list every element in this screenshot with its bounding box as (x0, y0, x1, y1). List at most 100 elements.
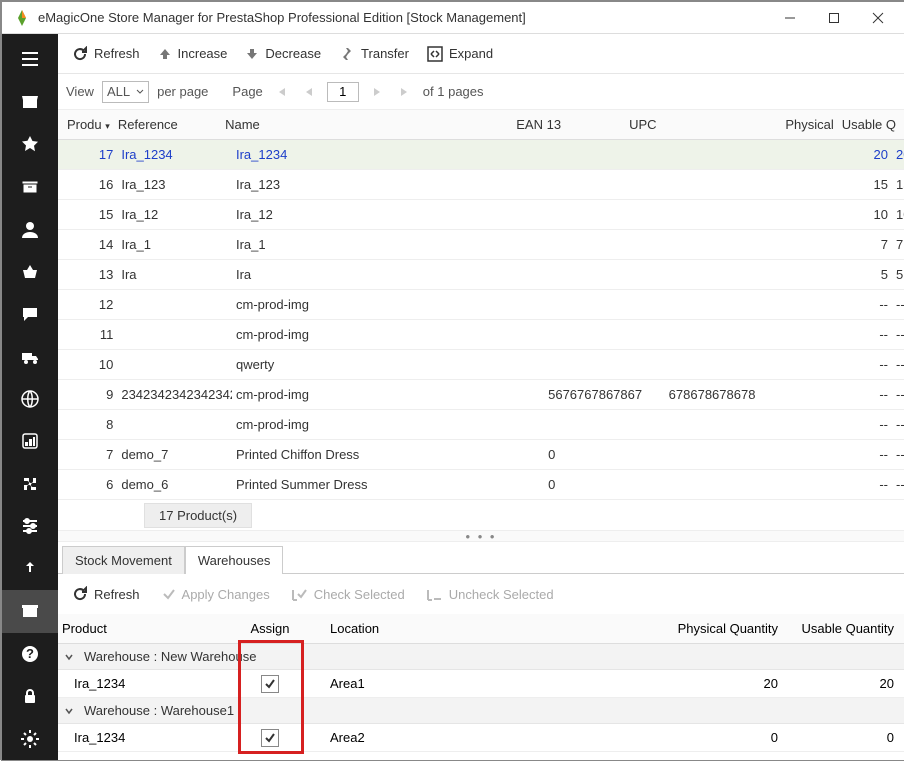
check-icon (162, 587, 176, 601)
prev-page-button[interactable] (299, 82, 319, 102)
sidebar-help-icon[interactable]: ? (2, 633, 58, 675)
refresh-button[interactable]: Refresh (66, 42, 146, 66)
next-page-button[interactable] (367, 82, 387, 102)
cell-name: Ira_1234 (232, 147, 544, 162)
sidebar-sliders-icon[interactable] (2, 505, 58, 547)
uncheck-selected-button[interactable]: Uncheck Selected (421, 583, 560, 606)
table-row[interactable]: 6demo_6Printed Summer Dress0---- (58, 470, 904, 500)
wh-refresh-button[interactable]: Refresh (66, 582, 146, 606)
sidebar-puzzle-icon[interactable] (2, 463, 58, 505)
cell-id: 15 (58, 207, 117, 222)
sidebar-lock-icon[interactable] (2, 675, 58, 717)
expand-label: Expand (449, 46, 493, 61)
col-reference[interactable]: Reference (114, 117, 221, 132)
warehouse-row[interactable]: Ira_1234Area12020 (58, 670, 904, 698)
cell-ean: 0 (544, 477, 665, 492)
assign-checkbox[interactable] (261, 729, 279, 747)
decrease-button[interactable]: Decrease (239, 42, 327, 65)
warehouse-toolbar: Refresh Apply Changes Check Selected Unc… (58, 574, 904, 614)
top-toolbar: Refresh Increase Decrease Transfer Expan… (58, 34, 904, 74)
wh-col-product[interactable]: Product (58, 621, 214, 636)
sidebar: ? (2, 34, 58, 760)
table-row[interactable]: 17Ira_1234Ira_12342020 (58, 140, 904, 170)
apply-changes-button[interactable]: Apply Changes (156, 583, 276, 606)
sidebar-archive-icon[interactable] (2, 165, 58, 207)
table-row[interactable]: 14Ira_1Ira_177 (58, 230, 904, 260)
check-selected-button[interactable]: Check Selected (286, 583, 411, 606)
sort-desc-icon: ▾ (105, 121, 110, 131)
transfer-button[interactable]: Transfer (333, 42, 415, 65)
sidebar-upload-icon[interactable] (2, 548, 58, 590)
col-usable[interactable]: Usable Q (838, 117, 904, 132)
table-row[interactable]: 15Ira_12Ira_121010 (58, 200, 904, 230)
sidebar-store-icon[interactable] (2, 80, 58, 122)
warehouse-row[interactable]: Ira_1234Area200 (58, 724, 904, 752)
cell-physical: 10 (831, 207, 892, 222)
assign-checkbox[interactable] (261, 675, 279, 693)
sidebar-stock-icon[interactable] (2, 590, 58, 632)
cell-name: cm-prod-img (232, 327, 544, 342)
warehouse-group-label: Warehouse : Warehouse1 (84, 703, 234, 718)
cell-physical: -- (831, 327, 892, 342)
table-row[interactable]: 7demo_7Printed Chiffon Dress0---- (58, 440, 904, 470)
check-all-icon (292, 587, 308, 601)
refresh-icon (72, 46, 88, 62)
col-physical[interactable]: Physical (780, 117, 838, 132)
maximize-button[interactable] (812, 3, 856, 33)
sidebar-user-icon[interactable] (2, 208, 58, 250)
col-product-id[interactable]: Produ ▾ (58, 117, 114, 132)
wh-cell-assign (214, 675, 326, 693)
sidebar-chart-icon[interactable] (2, 420, 58, 462)
sidebar-menu-icon[interactable] (2, 38, 58, 80)
table-row[interactable]: 8cm-prod-img---- (58, 410, 904, 440)
page-input[interactable] (327, 82, 359, 102)
cell-usable: -- (892, 417, 904, 432)
sidebar-truck-icon[interactable] (2, 335, 58, 377)
cell-reference: Ira_1 (117, 237, 232, 252)
view-select[interactable]: ALL (102, 81, 149, 103)
refresh-label: Refresh (94, 46, 140, 61)
view-label: View (66, 84, 94, 99)
table-row[interactable]: 12cm-prod-img---- (58, 290, 904, 320)
wh-cell-location: Area1 (326, 676, 622, 691)
table-row[interactable]: 11cm-prod-img---- (58, 320, 904, 350)
table-row[interactable]: 16Ira_123Ira_1231515 (58, 170, 904, 200)
chevron-down-icon (136, 88, 144, 96)
transfer-label: Transfer (361, 46, 409, 61)
tab-stock-movement[interactable]: Stock Movement (62, 546, 185, 574)
sidebar-chat-icon[interactable] (2, 293, 58, 335)
wh-col-location[interactable]: Location (326, 621, 622, 636)
table-row[interactable]: 10qwerty---- (58, 350, 904, 380)
increase-button[interactable]: Increase (152, 42, 234, 65)
col-upc[interactable]: UPC (625, 117, 780, 132)
wh-col-usable[interactable]: Usable Quantity (782, 621, 904, 636)
cell-physical: 15 (831, 177, 892, 192)
minimize-button[interactable] (768, 3, 812, 33)
table-row[interactable]: 13IraIra55 (58, 260, 904, 290)
warehouse-group-row[interactable]: Warehouse : Warehouse1 (58, 698, 904, 724)
arrow-up-icon (158, 47, 172, 61)
cell-ean: 5676767867867 (544, 387, 665, 402)
sidebar-settings-icon[interactable] (2, 718, 58, 760)
cell-reference: Ira (117, 267, 232, 282)
cell-id: 7 (58, 447, 117, 462)
tab-warehouses[interactable]: Warehouses (185, 546, 284, 574)
col-ean[interactable]: EAN 13 (512, 117, 625, 132)
sidebar-star-icon[interactable] (2, 123, 58, 165)
table-row[interactable]: 9234234234234234234cm-prod-img5676767867… (58, 380, 904, 410)
col-name[interactable]: Name (221, 117, 512, 132)
sidebar-globe-icon[interactable] (2, 378, 58, 420)
sidebar-basket-icon[interactable] (2, 250, 58, 292)
products-count: 17 Product(s) (144, 503, 252, 528)
wh-col-assign[interactable]: Assign (214, 621, 326, 636)
warehouse-group-row[interactable]: Warehouse : New Warehouse (58, 644, 904, 670)
expand-button[interactable]: Expand (421, 42, 499, 66)
first-page-button[interactable] (271, 82, 291, 102)
wh-col-physical[interactable]: Physical Quantity (622, 621, 782, 636)
splitter-handle[interactable]: • • • (58, 530, 904, 542)
last-page-button[interactable] (395, 82, 415, 102)
close-button[interactable] (856, 3, 900, 33)
cell-id: 14 (58, 237, 117, 252)
warehouse-grid-body[interactable]: Warehouse : New WarehouseIra_1234Area120… (58, 644, 904, 752)
products-grid-body[interactable]: 17Ira_1234Ira_1234202016Ira_123Ira_12315… (58, 140, 904, 500)
